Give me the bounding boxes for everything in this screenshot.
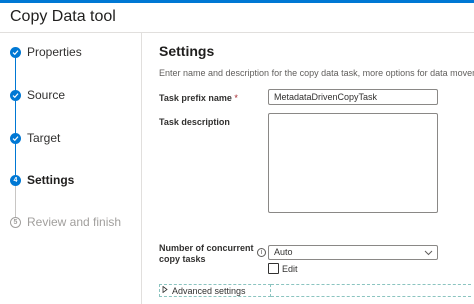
required-mark: * — [234, 93, 238, 103]
app-title: Copy Data tool — [10, 8, 116, 25]
step-label: Settings — [27, 173, 75, 187]
dropdown-selected-value: Auto — [274, 247, 293, 257]
step-review-and-finish[interactable]: 5 Review and finish — [10, 212, 121, 232]
task-prefix-label: Task prefix name * — [159, 93, 238, 103]
page-description: Enter name and description for the copy … — [159, 68, 474, 78]
chevron-down-icon — [424, 246, 433, 263]
step-label: Review and finish — [27, 215, 122, 229]
concurrent-tasks-label-line1: Number of concurrent — [159, 243, 254, 253]
info-icon[interactable]: i — [257, 248, 266, 257]
settings-panel: Settings Enter name and description for … — [143, 33, 474, 304]
step-label: Target — [27, 131, 61, 145]
step-properties[interactable]: Properties — [10, 42, 82, 62]
step-source[interactable]: Source — [10, 85, 65, 105]
step-settings[interactable]: 4 Settings — [10, 170, 74, 190]
step-number-icon: 5 — [10, 216, 21, 228]
checkmark-icon — [10, 89, 21, 101]
step-target[interactable]: Target — [10, 128, 60, 148]
edit-checkbox-label: Edit — [282, 264, 298, 274]
concurrent-tasks-label-line2: copy tasks — [159, 254, 206, 264]
concurrent-tasks-label: Number of concurrent copy tasks — [159, 243, 254, 265]
step-label: Properties — [27, 45, 82, 59]
step-label: Source — [27, 88, 66, 102]
title-bar: Copy Data tool — [0, 0, 474, 33]
wizard-steps: Properties Source Target 4 Settings 5 Re… — [0, 33, 142, 304]
advanced-settings-toggle[interactable]: Advanced settings — [159, 284, 271, 297]
accent-bar — [0, 0, 474, 3]
task-description-label: Task description — [159, 117, 230, 127]
task-prefix-input[interactable] — [268, 89, 438, 105]
expand-triangle-icon — [162, 285, 168, 295]
step-number-icon: 4 — [10, 174, 21, 186]
page-title: Settings — [159, 43, 215, 59]
focus-outline-top — [271, 284, 471, 285]
concurrent-tasks-dropdown[interactable]: Auto — [268, 245, 438, 260]
checkmark-icon — [10, 46, 21, 58]
advanced-settings-label: Advanced settings — [172, 285, 246, 296]
focus-outline-bottom — [271, 296, 471, 297]
task-description-textarea[interactable] — [268, 113, 438, 213]
edit-checkbox[interactable] — [268, 263, 279, 274]
task-prefix-label-text: Task prefix name — [159, 93, 232, 103]
step-track-done — [15, 53, 16, 181]
checkmark-icon — [10, 132, 21, 144]
